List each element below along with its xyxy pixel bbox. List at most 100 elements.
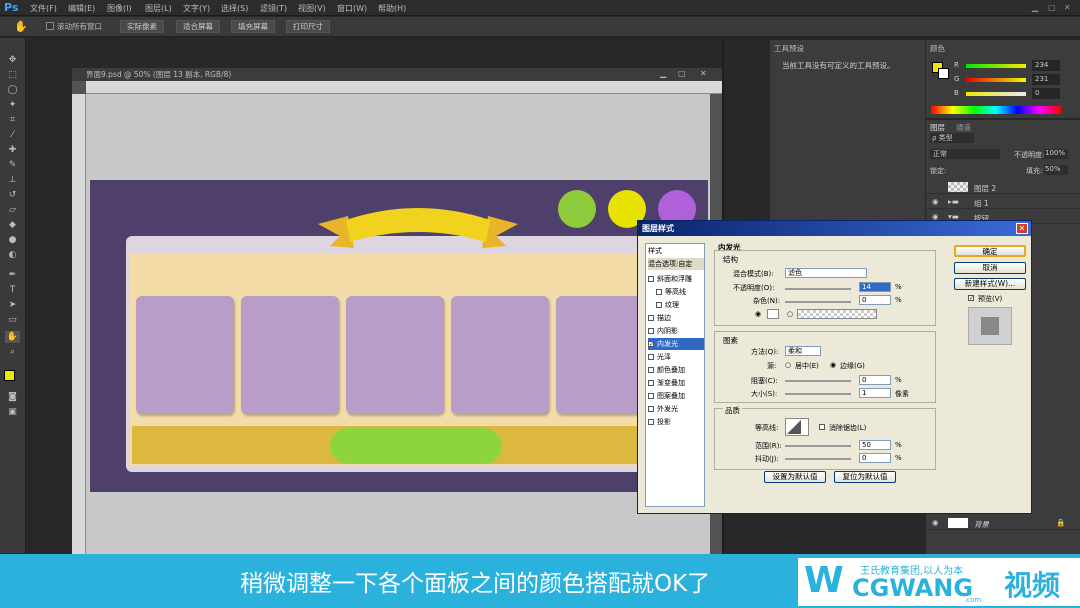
style-item-inner-glow[interactable]: ✓ 内发光: [648, 338, 704, 350]
style-item-outer-glow[interactable]: 外发光: [648, 403, 704, 415]
shape-tool-icon[interactable]: ▭: [5, 314, 20, 326]
menu-view[interactable]: 视图(V): [298, 3, 326, 14]
checkbox[interactable]: [648, 419, 654, 425]
checkbox[interactable]: [656, 302, 662, 308]
document-tab[interactable]: 界面9.psd @ 50% (图层 13 副本, RGB/8): [72, 68, 722, 81]
green-value[interactable]: 231: [1032, 74, 1060, 85]
type-tool-icon[interactable]: T: [5, 284, 20, 296]
blend-options-item[interactable]: 混合选项:自定: [648, 258, 704, 270]
size-slider[interactable]: [785, 393, 851, 395]
layer-row[interactable]: ◉ ▸▬ 组 1: [926, 195, 1080, 209]
layer-row-background[interactable]: ◉ 背景 🔒: [926, 516, 1080, 530]
color-radio[interactable]: ◉: [755, 310, 761, 318]
menu-image[interactable]: 图像(I): [107, 3, 132, 14]
edge-radio[interactable]: ◉: [830, 361, 836, 369]
tool-preset-title[interactable]: 工具预设: [770, 43, 804, 54]
style-item-gradient-overlay[interactable]: 渐变叠加: [648, 377, 704, 389]
print-size-button[interactable]: 打印尺寸: [286, 20, 330, 33]
style-item-drop-shadow[interactable]: 投影: [648, 416, 704, 428]
style-item-color-overlay[interactable]: 颜色叠加: [648, 364, 704, 376]
checked-checkbox[interactable]: ✓: [648, 341, 654, 348]
green-slider[interactable]: G 231: [930, 74, 1076, 86]
menu-filter[interactable]: 滤镜(T): [260, 3, 287, 14]
opacity-input[interactable]: 14: [859, 282, 891, 292]
move-tool-icon[interactable]: ✥: [5, 54, 20, 66]
checkbox[interactable]: [648, 354, 654, 360]
layer-filter-select[interactable]: ρ 类型: [930, 133, 974, 143]
blue-value[interactable]: 0: [1032, 88, 1060, 99]
lasso-tool-icon[interactable]: ◯: [5, 84, 20, 96]
center-radio[interactable]: ○: [785, 361, 791, 369]
foreground-color-swatch[interactable]: [4, 370, 15, 381]
style-item-inner-shadow[interactable]: 内阴影: [648, 325, 704, 337]
history-brush-icon[interactable]: ↺: [5, 189, 20, 201]
gradient-picker[interactable]: [797, 309, 877, 319]
style-item-bevel[interactable]: 斜面和浮雕: [648, 273, 704, 285]
doc-maximize-icon[interactable]: ▢: [678, 69, 686, 78]
red-slider[interactable]: R 234: [930, 60, 1076, 72]
preview-checkbox[interactable]: ✓: [968, 294, 977, 302]
tab-channels[interactable]: 通道: [956, 122, 971, 133]
dialog-close-icon[interactable]: ✕: [1016, 223, 1028, 234]
choke-input[interactable]: 0: [859, 375, 891, 385]
tab-layers[interactable]: 图层: [930, 122, 945, 133]
blue-slider[interactable]: B 0: [930, 88, 1076, 100]
range-slider[interactable]: [785, 445, 851, 447]
eye-icon[interactable]: ◉: [932, 518, 939, 527]
ok-button[interactable]: 确定: [954, 245, 1026, 257]
doc-minimize-icon[interactable]: ▁: [660, 69, 666, 78]
noise-input[interactable]: 0: [859, 295, 891, 305]
menu-file[interactable]: 文件(F): [30, 3, 57, 14]
eyedropper-icon[interactable]: ⁄: [5, 129, 20, 141]
jitter-slider[interactable]: [785, 458, 851, 460]
crop-tool-icon[interactable]: ⌗: [5, 114, 20, 126]
blur-tool-icon[interactable]: ●: [5, 234, 20, 246]
paint-bucket-icon[interactable]: ◆: [5, 219, 20, 231]
zoom-tool-icon[interactable]: ⌕: [5, 346, 20, 358]
menu-window[interactable]: 窗口(W): [337, 3, 367, 14]
doc-close-icon[interactable]: ✕: [700, 69, 707, 78]
checkbox[interactable]: [648, 406, 654, 412]
menu-type[interactable]: 文字(Y): [183, 3, 210, 14]
cancel-button[interactable]: 取消: [954, 262, 1026, 274]
minimize-icon[interactable]: ▁: [1032, 3, 1038, 12]
actual-pixels-button[interactable]: 实际像素: [120, 20, 164, 33]
dodge-tool-icon[interactable]: ◐: [5, 249, 20, 261]
hand-tool-icon[interactable]: ✋: [14, 20, 28, 33]
menu-select[interactable]: 选择(S): [221, 3, 248, 14]
canvas[interactable]: [86, 94, 716, 554]
reset-default-button[interactable]: 复位为默认值: [834, 471, 896, 483]
fit-screen-button[interactable]: 适合屏幕: [176, 20, 220, 33]
quick-mask-icon[interactable]: ◙: [5, 391, 20, 403]
eye-icon[interactable]: ◉: [932, 197, 939, 206]
choke-slider[interactable]: [785, 380, 851, 382]
style-item-stroke[interactable]: 描边: [648, 312, 704, 324]
maximize-icon[interactable]: ▢: [1048, 3, 1056, 12]
magic-wand-icon[interactable]: ✦: [5, 99, 20, 111]
new-style-button[interactable]: 新建样式(W)...: [954, 278, 1026, 290]
style-item-contour[interactable]: 等高线: [656, 286, 712, 298]
opacity-slider[interactable]: [785, 288, 851, 290]
red-value[interactable]: 234: [1032, 60, 1060, 71]
color-panel-title[interactable]: 颜色: [930, 43, 945, 54]
range-input[interactable]: 50: [859, 440, 891, 450]
checkbox[interactable]: [656, 289, 662, 295]
gradient-radio[interactable]: ○: [787, 310, 793, 318]
checkbox[interactable]: [648, 276, 654, 282]
color-spectrum[interactable]: [931, 106, 1061, 114]
scroll-all-checkbox[interactable]: [46, 22, 54, 30]
healing-brush-icon[interactable]: ✚: [5, 144, 20, 156]
style-item-texture[interactable]: 纹理: [656, 299, 712, 311]
glow-color-swatch[interactable]: [767, 309, 779, 319]
size-input[interactable]: 1: [859, 388, 891, 398]
marquee-tool-icon[interactable]: ⬚: [5, 69, 20, 81]
fill-screen-button[interactable]: 填充屏幕: [231, 20, 275, 33]
layer-row[interactable]: 图层 2: [926, 180, 1080, 194]
menu-edit[interactable]: 编辑(E): [68, 3, 95, 14]
pen-tool-icon[interactable]: ✒: [5, 269, 20, 281]
path-select-icon[interactable]: ➤: [5, 299, 20, 311]
method-select[interactable]: 柔和: [785, 346, 821, 356]
contour-picker-icon[interactable]: [785, 418, 809, 436]
style-item-pattern-overlay[interactable]: 图案叠加: [648, 390, 704, 402]
blend-mode-select[interactable]: 滤色: [785, 268, 867, 278]
